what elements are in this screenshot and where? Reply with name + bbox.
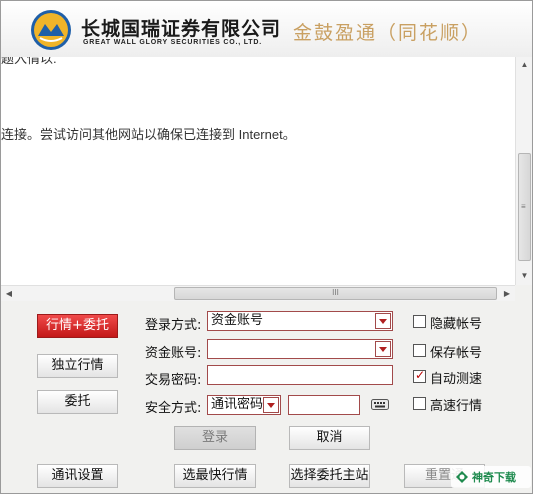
password-label: 交易密码:: [145, 373, 202, 388]
chevron-down-icon[interactable]: [375, 341, 391, 357]
company-logo-icon: [31, 10, 71, 50]
browser-content-area: 题入情以. 连接。尝试访问其他网站以确保已连接到 Internet。: [1, 57, 515, 285]
login-method-value: 资金账号: [211, 313, 264, 328]
select-trade-server-button[interactable]: 选择委托主站: [289, 464, 370, 488]
security-method-select[interactable]: 通讯密码: [207, 395, 281, 415]
auto-speedtest-label: 自动测速: [430, 372, 483, 387]
login-method-select[interactable]: 资金账号: [207, 311, 393, 331]
select-fastest-market-button[interactable]: 选最快行情: [174, 464, 256, 488]
chevron-down-icon[interactable]: [263, 397, 279, 413]
brand-name-english: GREAT WALL GLORY SECURITIES CO., LTD.: [83, 39, 262, 46]
watermark-text: 神奇下载: [472, 471, 516, 484]
scroll-down-arrow-icon[interactable]: ▼: [516, 268, 533, 284]
comm-settings-button[interactable]: 通讯设置: [37, 464, 118, 488]
scroll-up-arrow-icon[interactable]: ▲: [516, 57, 533, 73]
cancel-button[interactable]: 取消: [289, 426, 370, 450]
brand-name-chinese: 长城国瑞证券有限公司: [81, 18, 282, 40]
security-method-label: 安全方式:: [145, 401, 202, 416]
scrollbar-corner: [515, 285, 532, 301]
security-method-value: 通讯密码: [211, 397, 264, 412]
scroll-right-arrow-icon[interactable]: ▶: [499, 286, 515, 302]
vertical-grip-icon: ≡: [521, 202, 526, 211]
login-method-label: 登录方式:: [145, 318, 202, 333]
connection-error-message: 连接。尝试访问其他网站以确保已连接到 Internet。: [1, 127, 296, 142]
scroll-left-arrow-icon[interactable]: ◀: [1, 286, 17, 302]
brand-header: 长城国瑞证券有限公司 GREAT WALL GLORY SECURITIES C…: [1, 1, 532, 57]
fast-market-label: 高速行情: [430, 399, 483, 414]
account-label: 资金账号:: [145, 346, 202, 361]
save-account-checkbox[interactable]: [413, 344, 426, 357]
auto-speedtest-checkbox[interactable]: [413, 368, 426, 383]
horizontal-scrollbar[interactable]: ◀ III ▶: [1, 285, 515, 301]
vertical-scrollbar[interactable]: ▲ ≡ ▼: [515, 57, 532, 285]
save-account-label: 保存帐号: [430, 346, 483, 361]
hide-account-label: 隐藏帐号: [430, 317, 483, 332]
vertical-scroll-thumb[interactable]: ≡: [518, 153, 531, 261]
account-combobox[interactable]: [207, 339, 393, 359]
trade-password-input[interactable]: [207, 365, 393, 385]
product-name: 金鼓盈通（同花顺）: [293, 22, 483, 44]
chevron-down-icon[interactable]: [375, 313, 391, 329]
page-text-fragment: 题入情以.: [1, 57, 57, 66]
comm-password-input[interactable]: [288, 395, 360, 415]
hide-account-checkbox[interactable]: [413, 315, 426, 328]
fast-market-checkbox[interactable]: [413, 397, 426, 410]
market-and-trade-button[interactable]: 行情+委托: [37, 314, 118, 338]
trade-only-button[interactable]: 委托: [37, 390, 118, 414]
soft-keyboard-icon[interactable]: [371, 397, 389, 411]
horizontal-scroll-thumb[interactable]: III: [174, 287, 497, 300]
standalone-market-button[interactable]: 独立行情: [37, 354, 118, 378]
login-button[interactable]: 登录: [174, 426, 256, 450]
